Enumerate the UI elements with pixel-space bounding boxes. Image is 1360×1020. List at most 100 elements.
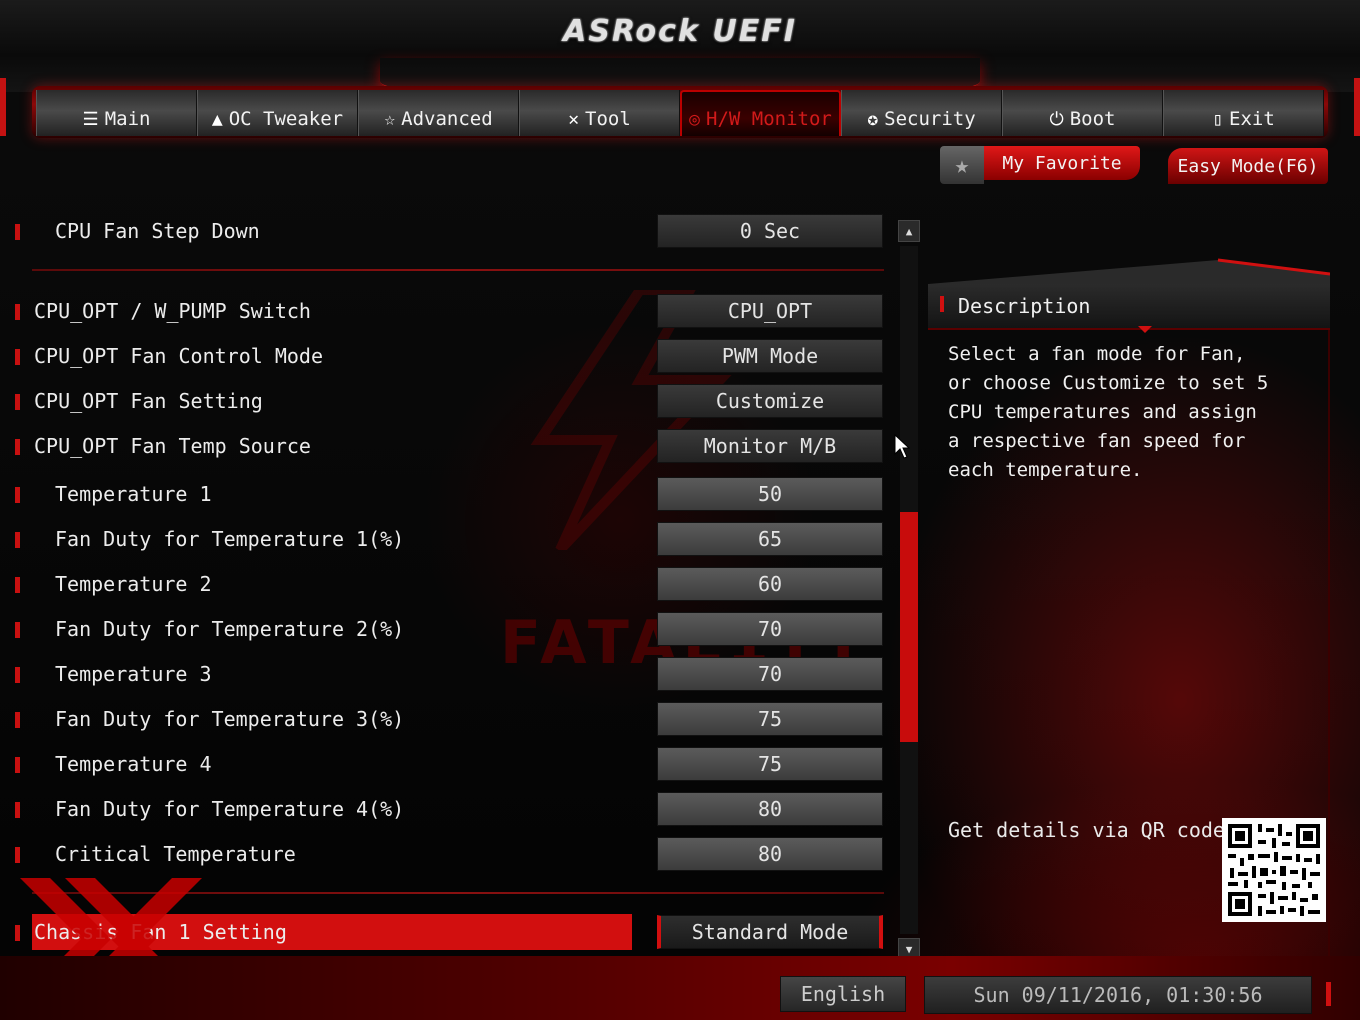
setting-row[interactable]: CPU_OPT / W_PUMP Switch CPU_OPT xyxy=(0,293,900,329)
setting-value[interactable]: 75 xyxy=(657,702,883,736)
description-header: Description xyxy=(928,284,1330,333)
tab-boot[interactable]: ⏻ Boot xyxy=(1002,90,1163,136)
tab-main[interactable]: ☰ Main xyxy=(36,90,197,136)
setting-row[interactable]: Critical Temperature 80 xyxy=(0,836,900,872)
main-tabs: ☰ Main ▲ OC Tweaker ☆ Advanced ✕ Tool ◎ H/W M… xyxy=(36,90,1326,136)
tab-label: Advanced xyxy=(401,108,493,130)
asrock-uefi-logo: ASRock UEFI xyxy=(563,14,797,49)
tab-advanced[interactable]: ☆ Advanced xyxy=(358,90,519,136)
row-marker xyxy=(15,304,20,320)
my-favorite-button[interactable]: My Favorite xyxy=(984,146,1140,180)
row-marker xyxy=(15,394,20,410)
setting-value[interactable]: 75 xyxy=(657,747,883,781)
list-icon: ☰ xyxy=(82,109,99,130)
setting-value[interactable]: Monitor M/B xyxy=(657,429,883,463)
row-marker xyxy=(15,577,20,593)
tab-label: Main xyxy=(104,108,151,130)
favorite-star-icon[interactable]: ★ xyxy=(940,146,984,184)
setting-row[interactable]: Fan Duty for Temperature 2(%) 70 xyxy=(0,611,900,647)
setting-value[interactable]: 80 xyxy=(657,837,883,871)
setting-row[interactable]: Temperature 4 75 xyxy=(0,746,900,782)
row-marker xyxy=(15,712,20,728)
setting-row[interactable]: Fan Duty for Temperature 4(%) 80 xyxy=(0,791,900,827)
setting-label: CPU_OPT Fan Control Mode xyxy=(34,344,323,368)
monitor-icon: ◎ xyxy=(689,109,700,130)
description-text: Select a fan mode for Fan, or choose Cus… xyxy=(948,343,1269,481)
setting-label: CPU_OPT / W_PUMP Switch xyxy=(34,299,311,323)
setting-value[interactable]: 0 Sec xyxy=(657,214,883,248)
setting-value[interactable]: 65 xyxy=(657,522,883,556)
tab-security[interactable]: ✪ Security xyxy=(841,90,1002,136)
setting-value[interactable]: Customize xyxy=(657,384,883,418)
setting-row[interactable]: CPU_OPT Fan Temp Source Monitor M/B xyxy=(0,428,900,464)
row-marker xyxy=(15,622,20,638)
row-marker xyxy=(15,532,20,548)
setting-row[interactable]: CPU_OPT Fan Control Mode PWM Mode xyxy=(0,338,900,374)
tab-label: Exit xyxy=(1229,108,1275,130)
setting-row[interactable]: Temperature 1 50 xyxy=(0,476,900,512)
tab-label: OC Tweaker xyxy=(228,108,344,130)
row-marker xyxy=(15,757,20,773)
setting-label: Temperature 4 xyxy=(55,752,212,776)
rocket-icon: ▲ xyxy=(211,109,223,130)
setting-label: CPU Fan Step Down xyxy=(55,219,260,243)
description-title: Description xyxy=(958,294,1091,318)
setting-value[interactable]: PWM Mode xyxy=(657,339,883,373)
language-button[interactable]: English xyxy=(780,976,906,1012)
setting-label: CPU_OPT Fan Setting xyxy=(34,389,263,413)
left-accent xyxy=(0,78,6,136)
description-marker xyxy=(940,296,944,312)
setting-value[interactable]: CPU_OPT xyxy=(657,294,883,328)
tab-label: Security xyxy=(884,108,976,130)
tab-label: H/W Monitor xyxy=(706,108,832,130)
setting-value[interactable]: 60 xyxy=(657,567,883,601)
description-notch xyxy=(1138,326,1152,333)
row-marker xyxy=(15,487,20,503)
mouse-cursor-icon xyxy=(894,434,910,459)
setting-label: Temperature 1 xyxy=(55,482,212,506)
easy-mode-button[interactable]: Easy Mode(F6) xyxy=(1168,148,1328,184)
tools-icon: ✕ xyxy=(568,109,580,130)
tab-label: Tool xyxy=(585,108,631,130)
tab-hw-monitor[interactable]: ◎ H/W Monitor xyxy=(680,90,841,136)
divider xyxy=(32,269,884,271)
tab-oc-tweaker[interactable]: ▲ OC Tweaker xyxy=(197,90,358,136)
setting-value[interactable]: 70 xyxy=(657,612,883,646)
row-marker xyxy=(15,847,20,863)
setting-value[interactable]: 50 xyxy=(657,477,883,511)
setting-row[interactable]: CPU Fan Step Down 0 Sec xyxy=(0,213,900,249)
qr-code xyxy=(1222,818,1326,922)
qr-label: Get details via QR code xyxy=(948,818,1225,842)
description-panel-top-edge xyxy=(928,258,1330,286)
power-icon: ⏻ xyxy=(1049,109,1064,130)
setting-value[interactable]: 70 xyxy=(657,657,883,691)
tab-exit[interactable]: ▯ Exit xyxy=(1163,90,1324,136)
setting-label: Fan Duty for Temperature 2(%) xyxy=(55,617,405,641)
setting-label: Fan Duty for Temperature 4(%) xyxy=(55,797,405,821)
setting-label: Fan Duty for Temperature 1(%) xyxy=(55,527,405,551)
star-icon: ☆ xyxy=(384,109,396,130)
setting-row[interactable]: Fan Duty for Temperature 1(%) 65 xyxy=(0,521,900,557)
row-marker xyxy=(15,439,20,455)
row-marker xyxy=(15,667,20,683)
row-marker xyxy=(15,224,20,240)
scroll-up-arrow-icon[interactable]: ▲ xyxy=(898,220,920,242)
setting-label: Critical Temperature xyxy=(55,842,296,866)
setting-label: Temperature 2 xyxy=(55,572,212,596)
setting-row[interactable]: Temperature 2 60 xyxy=(0,566,900,602)
right-accent xyxy=(1354,78,1360,136)
shield-icon: ✪ xyxy=(867,109,879,130)
setting-row[interactable]: Fan Duty for Temperature 3(%) 75 xyxy=(0,701,900,737)
setting-value[interactable]: Standard Mode xyxy=(657,915,883,949)
tab-tool[interactable]: ✕ Tool xyxy=(519,90,680,136)
setting-row[interactable]: Temperature 3 70 xyxy=(0,656,900,692)
setting-value[interactable]: 80 xyxy=(657,792,883,826)
setting-row[interactable]: CPU_OPT Fan Setting Customize xyxy=(0,383,900,419)
footer-accent xyxy=(1326,982,1331,1006)
date-time-display[interactable]: Sun 09/11/2016, 01:30:56 xyxy=(924,976,1312,1014)
setting-label: Temperature 3 xyxy=(55,662,212,686)
scrollbar-thumb[interactable] xyxy=(900,512,918,742)
row-marker xyxy=(15,349,20,365)
exit-door-icon: ▯ xyxy=(1212,109,1224,130)
tab-label: Boot xyxy=(1069,108,1116,130)
